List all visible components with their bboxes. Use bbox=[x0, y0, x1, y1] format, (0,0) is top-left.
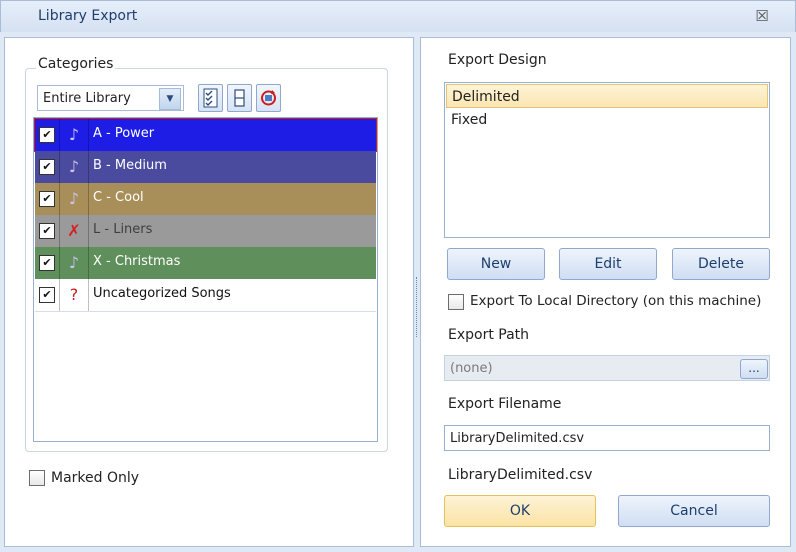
list-item[interactable]: ✔ ♪ A - Power bbox=[34, 118, 377, 152]
column-icon bbox=[234, 89, 245, 107]
refresh-icon bbox=[261, 90, 276, 106]
row-checkbox[interactable]: ✔ bbox=[39, 159, 55, 175]
category-label: X - Christmas bbox=[93, 254, 181, 269]
chevron-down-icon[interactable]: ▼ bbox=[159, 88, 181, 110]
list-item[interactable]: ✔ ♪ B - Medium bbox=[35, 151, 376, 183]
row-checkbox[interactable]: ✔ bbox=[39, 191, 55, 207]
export-path-field: (none) bbox=[444, 355, 770, 381]
export-filename-field[interactable]: LibraryDelimited.csv bbox=[444, 425, 770, 451]
category-label: Uncategorized Songs bbox=[93, 286, 231, 301]
column-toggle-button[interactable] bbox=[227, 84, 252, 112]
check-list-icon bbox=[203, 88, 218, 108]
export-filename-value: LibraryDelimited.csv bbox=[450, 431, 585, 446]
edit-button[interactable]: Edit bbox=[559, 248, 657, 280]
export-path-label: Export Path bbox=[448, 327, 530, 343]
browse-button[interactable]: ... bbox=[740, 359, 768, 379]
close-icon[interactable]: ☒ bbox=[752, 6, 772, 26]
export-design-list[interactable]: Delimited Fixed bbox=[444, 82, 770, 238]
list-item[interactable]: ✔ ? Uncategorized Songs bbox=[35, 279, 376, 312]
categories-label: Categories bbox=[36, 56, 116, 72]
window-title: Library Export bbox=[38, 8, 138, 24]
question-note-icon: ? bbox=[69, 285, 79, 304]
category-label: B - Medium bbox=[93, 158, 167, 173]
check-all-button[interactable] bbox=[198, 84, 223, 112]
local-directory-checkbox[interactable] bbox=[448, 294, 464, 310]
music-note-icon: ♪ bbox=[68, 157, 80, 176]
music-note-icon: ♪ bbox=[68, 125, 80, 144]
design-item-fixed[interactable]: Fixed bbox=[446, 108, 768, 132]
local-directory-label: Export To Local Directory (on this machi… bbox=[470, 293, 762, 309]
category-filter-value: Entire Library bbox=[43, 91, 131, 106]
music-note-icon: ♪ bbox=[68, 253, 80, 272]
list-item[interactable]: ✔ ♪ X - Christmas bbox=[35, 247, 376, 279]
music-note-icon: ♪ bbox=[68, 189, 80, 208]
category-label: C - Cool bbox=[93, 190, 144, 205]
cancel-button[interactable]: Cancel bbox=[618, 495, 770, 527]
row-checkbox[interactable]: ✔ bbox=[39, 223, 55, 239]
crossed-note-icon: ✗ bbox=[67, 221, 81, 240]
marked-only-checkbox[interactable] bbox=[29, 470, 45, 486]
list-item[interactable]: ✔ ✗ L - Liners bbox=[35, 215, 376, 247]
list-item[interactable]: ✔ ♪ C - Cool bbox=[35, 183, 376, 215]
refresh-button[interactable] bbox=[256, 84, 281, 112]
design-item-delimited[interactable]: Delimited bbox=[446, 84, 768, 108]
marked-only-label: Marked Only bbox=[51, 470, 140, 486]
delete-button[interactable]: Delete bbox=[672, 248, 770, 280]
new-button[interactable]: New bbox=[447, 248, 545, 280]
export-path-value: (none) bbox=[450, 361, 493, 376]
row-checkbox[interactable]: ✔ bbox=[39, 127, 55, 143]
category-label: A - Power bbox=[93, 126, 155, 141]
category-label: L - Liners bbox=[93, 222, 153, 237]
filename-preview: LibraryDelimited.csv bbox=[448, 467, 593, 483]
category-list[interactable]: ✔ ♪ A - Power ✔ ♪ B - Medium ✔ ♪ C - Coo… bbox=[33, 117, 378, 442]
export-filename-label: Export Filename bbox=[448, 396, 562, 412]
row-checkbox[interactable]: ✔ bbox=[39, 255, 55, 271]
category-filter-select[interactable]: Entire Library ▼ bbox=[37, 85, 184, 111]
row-checkbox[interactable]: ✔ bbox=[39, 287, 55, 303]
ok-button[interactable]: OK bbox=[444, 495, 596, 527]
export-design-label: Export Design bbox=[448, 52, 547, 68]
